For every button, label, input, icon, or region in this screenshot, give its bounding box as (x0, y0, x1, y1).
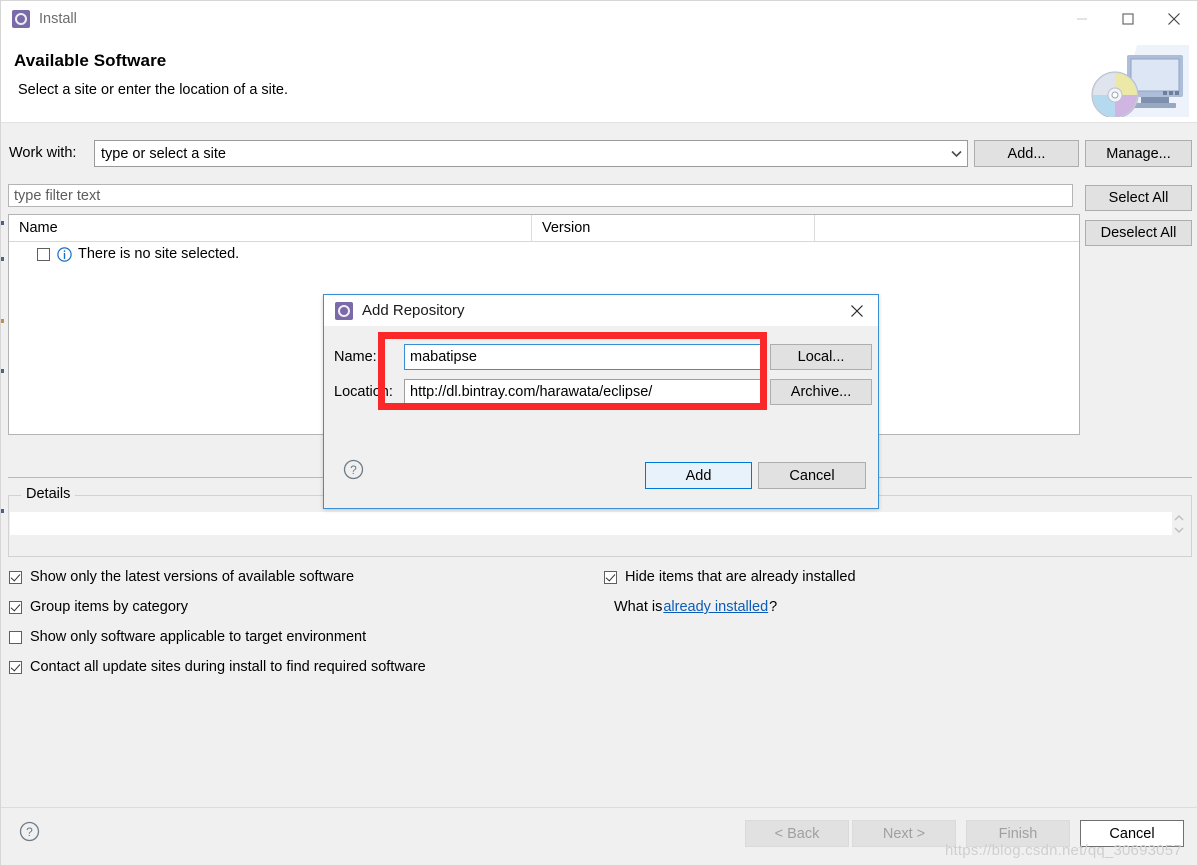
scroll-spinner-icon[interactable] (1172, 512, 1186, 536)
window-controls (1059, 1, 1197, 37)
chevron-down-icon[interactable] (945, 150, 967, 158)
name-label: Name: (334, 349, 377, 365)
table-row[interactable]: There is no site selected. (9, 242, 1079, 266)
close-icon[interactable] (1151, 1, 1197, 37)
left-edge-artifact (1, 209, 4, 709)
details-text-field[interactable] (10, 512, 1172, 535)
row-label: There is no site selected. (78, 246, 240, 262)
info-icon (57, 246, 72, 262)
details-legend: Details (21, 486, 76, 502)
work-with-combo[interactable]: type or select a site (94, 140, 968, 167)
eclipse-install-icon (335, 301, 353, 320)
watermark-text: https://blog.csdn.net/qq_30693057 (945, 842, 1182, 859)
dialog-add-button[interactable]: Add (645, 462, 752, 489)
select-all-button[interactable]: Select All (1085, 185, 1192, 211)
work-with-label: Work with: (9, 145, 77, 161)
option-target-environment-checkbox[interactable] (9, 630, 22, 644)
help-icon[interactable]: ? (343, 459, 364, 480)
svg-text:?: ? (350, 463, 357, 477)
footer-separator (1, 807, 1198, 808)
minimize-icon[interactable] (1059, 1, 1105, 37)
deselect-all-button[interactable]: Deselect All (1085, 220, 1192, 246)
option-group-by-category[interactable]: Group items by category (9, 599, 188, 615)
column-header-version[interactable]: Version (532, 215, 815, 241)
work-with-combo-value: type or select a site (101, 145, 226, 162)
name-input[interactable]: mabatipse (404, 344, 764, 370)
archive-button[interactable]: Archive... (770, 379, 872, 405)
cd-and-monitor-illustration (1079, 39, 1189, 119)
dialog-cancel-button[interactable]: Cancel (758, 462, 866, 489)
add-site-button[interactable]: Add... (974, 140, 1079, 167)
add-repository-dialog: Add Repository Name: mabatipse Local... … (323, 294, 879, 509)
already-installed-link[interactable]: already installed (663, 599, 768, 615)
option-latest-versions-label: Show only the latest versions of availab… (30, 569, 355, 585)
what-is-suffix: ? (769, 599, 778, 615)
back-button[interactable]: < Back (745, 820, 849, 847)
column-header-spacer (815, 215, 1079, 241)
location-label: Location: (334, 384, 393, 400)
window-title: Install (39, 11, 77, 27)
filter-input[interactable]: type filter text (8, 184, 1073, 207)
filter-placeholder: type filter text (14, 187, 101, 204)
option-contact-all-sites[interactable]: Contact all update sites during install … (9, 659, 426, 675)
option-target-environment[interactable]: Show only software applicable to target … (9, 629, 366, 645)
tree-header-row: Name Version (9, 215, 1079, 242)
page-title: Available Software (14, 51, 167, 70)
next-button[interactable]: Next > (852, 820, 956, 847)
maximize-icon[interactable] (1105, 1, 1151, 37)
option-latest-versions[interactable]: Show only the latest versions of availab… (9, 569, 354, 585)
local-button[interactable]: Local... (770, 344, 872, 370)
option-contact-all-sites-label: Contact all update sites during install … (30, 659, 426, 675)
option-group-by-category-checkbox[interactable] (9, 600, 22, 614)
svg-text:?: ? (26, 825, 33, 839)
option-hide-installed[interactable]: Hide items that are already installed (604, 569, 856, 585)
location-input-value: http://dl.bintray.com/harawata/eclipse/ (410, 384, 653, 400)
what-is-prefix: What is (614, 599, 663, 615)
name-input-value: mabatipse (410, 349, 477, 365)
dialog-titlebar: Add Repository (324, 295, 878, 326)
install-wizard-window: Install Available Software Select a site… (0, 0, 1198, 866)
eclipse-install-icon (12, 10, 30, 28)
column-header-name[interactable]: Name (9, 215, 532, 241)
row-checkbox[interactable] (37, 247, 50, 261)
window-titlebar: Install (1, 1, 1197, 37)
option-latest-versions-checkbox[interactable] (9, 570, 22, 584)
help-icon[interactable]: ? (19, 821, 40, 842)
option-hide-installed-label: Hide items that are already installed (625, 569, 856, 585)
option-group-by-category-label: Group items by category (30, 599, 188, 615)
option-target-environment-label: Show only software applicable to target … (30, 629, 367, 645)
wizard-header: Available Software Select a site or ente… (1, 37, 1197, 123)
option-contact-all-sites-checkbox[interactable] (9, 660, 22, 674)
dialog-title: Add Repository (362, 302, 465, 319)
close-icon[interactable] (836, 295, 878, 326)
page-subtitle: Select a site or enter the location of a… (18, 82, 289, 98)
what-is-already-installed: What is already installed ? (614, 599, 777, 615)
manage-sites-button[interactable]: Manage... (1085, 140, 1192, 167)
option-hide-installed-checkbox[interactable] (604, 570, 617, 584)
location-input[interactable]: http://dl.bintray.com/harawata/eclipse/ (404, 379, 764, 405)
